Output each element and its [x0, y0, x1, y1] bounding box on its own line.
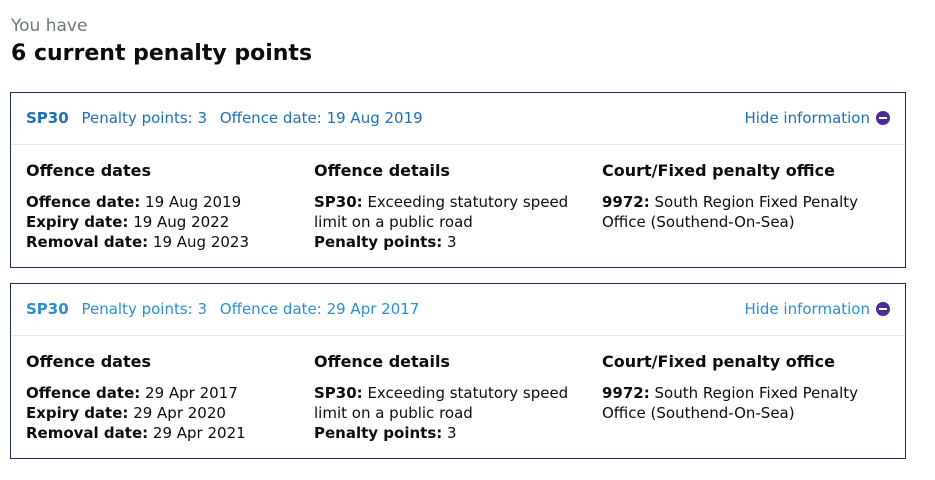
removal-date-line: Removal date: 29 Apr 2021: [26, 423, 306, 443]
summary-penalty-points: Penalty points: 3: [81, 300, 208, 318]
offence-dates-heading: Offence dates: [26, 161, 151, 180]
hide-information-toggle[interactable]: Hide information: [744, 299, 890, 319]
summary-offence-date: Offence date: 19 Aug 2019: [219, 109, 423, 127]
record-header: SP30 Penalty points: 3 Offence date: 19 …: [11, 93, 905, 145]
offence-date-label: Offence date:: [26, 384, 141, 402]
record-body: Offence dates Offence date: 19 Aug 2019 …: [11, 145, 905, 267]
penalty-points-line: Penalty points: 3: [314, 232, 594, 252]
penalty-points-value: 3: [447, 424, 457, 442]
expiry-date-value: 19 Aug 2022: [133, 213, 230, 231]
offence-date-line: Offence date: 29 Apr 2017: [26, 383, 306, 403]
offence-date-label: Offence date:: [26, 193, 141, 211]
expiry-date-label: Expiry date:: [26, 213, 129, 231]
office-line: 9972: South Region Fixed Penalty Office …: [602, 192, 862, 232]
offence-code: SP30: [26, 109, 69, 127]
offence-dates-heading: Offence dates: [26, 352, 151, 371]
expiry-date-value: 29 Apr 2020: [133, 404, 226, 422]
removal-date-value: 19 Aug 2023: [152, 233, 249, 251]
offence-dates-column: Offence dates Offence date: 29 Apr 2017 …: [26, 351, 306, 443]
offence-date-line: Offence date: 19 Aug 2019: [26, 192, 306, 212]
minus-circle-icon: [876, 302, 890, 316]
summary-offence-date: Offence date: 29 Apr 2017: [219, 300, 420, 318]
penalty-points-label: Penalty points:: [314, 233, 443, 251]
court-office-heading: Court/Fixed penalty office: [602, 161, 835, 180]
detail-code: SP30:: [314, 193, 363, 211]
offence-date-value: 19 Aug 2019: [145, 193, 242, 211]
offence-dates-column: Offence dates Offence date: 19 Aug 2019 …: [26, 160, 306, 252]
court-office-column: Court/Fixed penalty office 9972: South R…: [602, 160, 862, 232]
record-body: Offence dates Offence date: 29 Apr 2017 …: [11, 336, 905, 458]
offence-description: SP30: Exceeding statutory speed limit on…: [314, 192, 594, 232]
removal-date-line: Removal date: 19 Aug 2023: [26, 232, 306, 252]
offence-details-heading: Offence details: [314, 161, 450, 180]
removal-date-label: Removal date:: [26, 233, 149, 251]
summary-penalty-points: Penalty points: 3: [81, 109, 208, 127]
record-summary: SP30 Penalty points: 3 Offence date: 19 …: [26, 108, 431, 128]
penalty-points-page: You have 6 current penalty points SP30 P…: [0, 0, 935, 480]
expiry-date-line: Expiry date: 19 Aug 2022: [26, 212, 306, 232]
office-code: 9972:: [602, 193, 650, 211]
intro: You have 6 current penalty points: [11, 15, 312, 69]
toggle-label: Hide information: [744, 300, 870, 318]
expiry-date-label: Expiry date:: [26, 404, 129, 422]
penalty-points-value: 3: [447, 233, 457, 251]
hide-information-toggle[interactable]: Hide information: [744, 108, 890, 128]
endorsement-record: SP30 Penalty points: 3 Offence date: 19 …: [10, 92, 906, 268]
toggle-label: Hide information: [744, 109, 870, 127]
offence-description: SP30: Exceeding statutory speed limit on…: [314, 383, 594, 423]
minus-circle-icon: [876, 111, 890, 125]
offence-details-column: Offence details SP30: Exceeding statutor…: [314, 351, 594, 443]
detail-code: SP30:: [314, 384, 363, 402]
record-summary: SP30 Penalty points: 3 Offence date: 29 …: [26, 299, 427, 319]
page-title: 6 current penalty points: [11, 41, 313, 66]
record-header: SP30 Penalty points: 3 Offence date: 29 …: [11, 284, 905, 336]
penalty-points-label: Penalty points:: [314, 424, 443, 442]
office-code: 9972:: [602, 384, 650, 402]
removal-date-label: Removal date:: [26, 424, 149, 442]
office-line: 9972: South Region Fixed Penalty Office …: [602, 383, 862, 423]
intro-caption: You have: [11, 16, 88, 36]
penalty-points-line: Penalty points: 3: [314, 423, 594, 443]
offence-date-value: 29 Apr 2017: [145, 384, 238, 402]
endorsement-record: SP30 Penalty points: 3 Offence date: 29 …: [10, 283, 906, 459]
offence-code: SP30: [26, 300, 69, 318]
offence-details-heading: Offence details: [314, 352, 450, 371]
expiry-date-line: Expiry date: 29 Apr 2020: [26, 403, 306, 423]
offence-details-column: Offence details SP30: Exceeding statutor…: [314, 160, 594, 252]
removal-date-value: 29 Apr 2021: [152, 424, 246, 442]
court-office-heading: Court/Fixed penalty office: [602, 352, 835, 371]
court-office-column: Court/Fixed penalty office 9972: South R…: [602, 351, 862, 423]
